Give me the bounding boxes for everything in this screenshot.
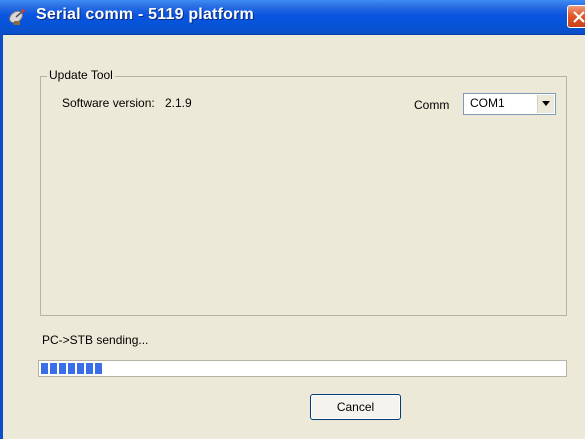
satellite-dish-icon <box>7 7 27 27</box>
close-icon <box>573 11 585 23</box>
dialog-window: Serial comm - 5119 platform Update Tool … <box>0 0 585 439</box>
title-bar[interactable]: Serial comm - 5119 platform <box>0 0 585 35</box>
progress-bar <box>38 360 567 377</box>
groupbox-legend: Update Tool <box>47 68 115 82</box>
close-button[interactable] <box>567 5 585 28</box>
comm-port-value: COM1 <box>470 96 505 110</box>
cancel-button[interactable]: Cancel <box>310 394 401 420</box>
progress-bar-fill <box>41 363 104 374</box>
window-title: Serial comm - 5119 platform <box>36 6 254 23</box>
software-version-label: Software version: <box>62 96 155 110</box>
comm-dropdown-button[interactable] <box>537 95 554 113</box>
comm-port-select[interactable]: COM1 <box>463 93 556 115</box>
status-text: PC->STB sending... <box>42 333 149 347</box>
software-version-value: 2.1.9 <box>165 96 192 110</box>
chevron-down-icon <box>542 101 550 106</box>
window-frame <box>0 34 3 439</box>
comm-label: Comm <box>414 98 450 112</box>
